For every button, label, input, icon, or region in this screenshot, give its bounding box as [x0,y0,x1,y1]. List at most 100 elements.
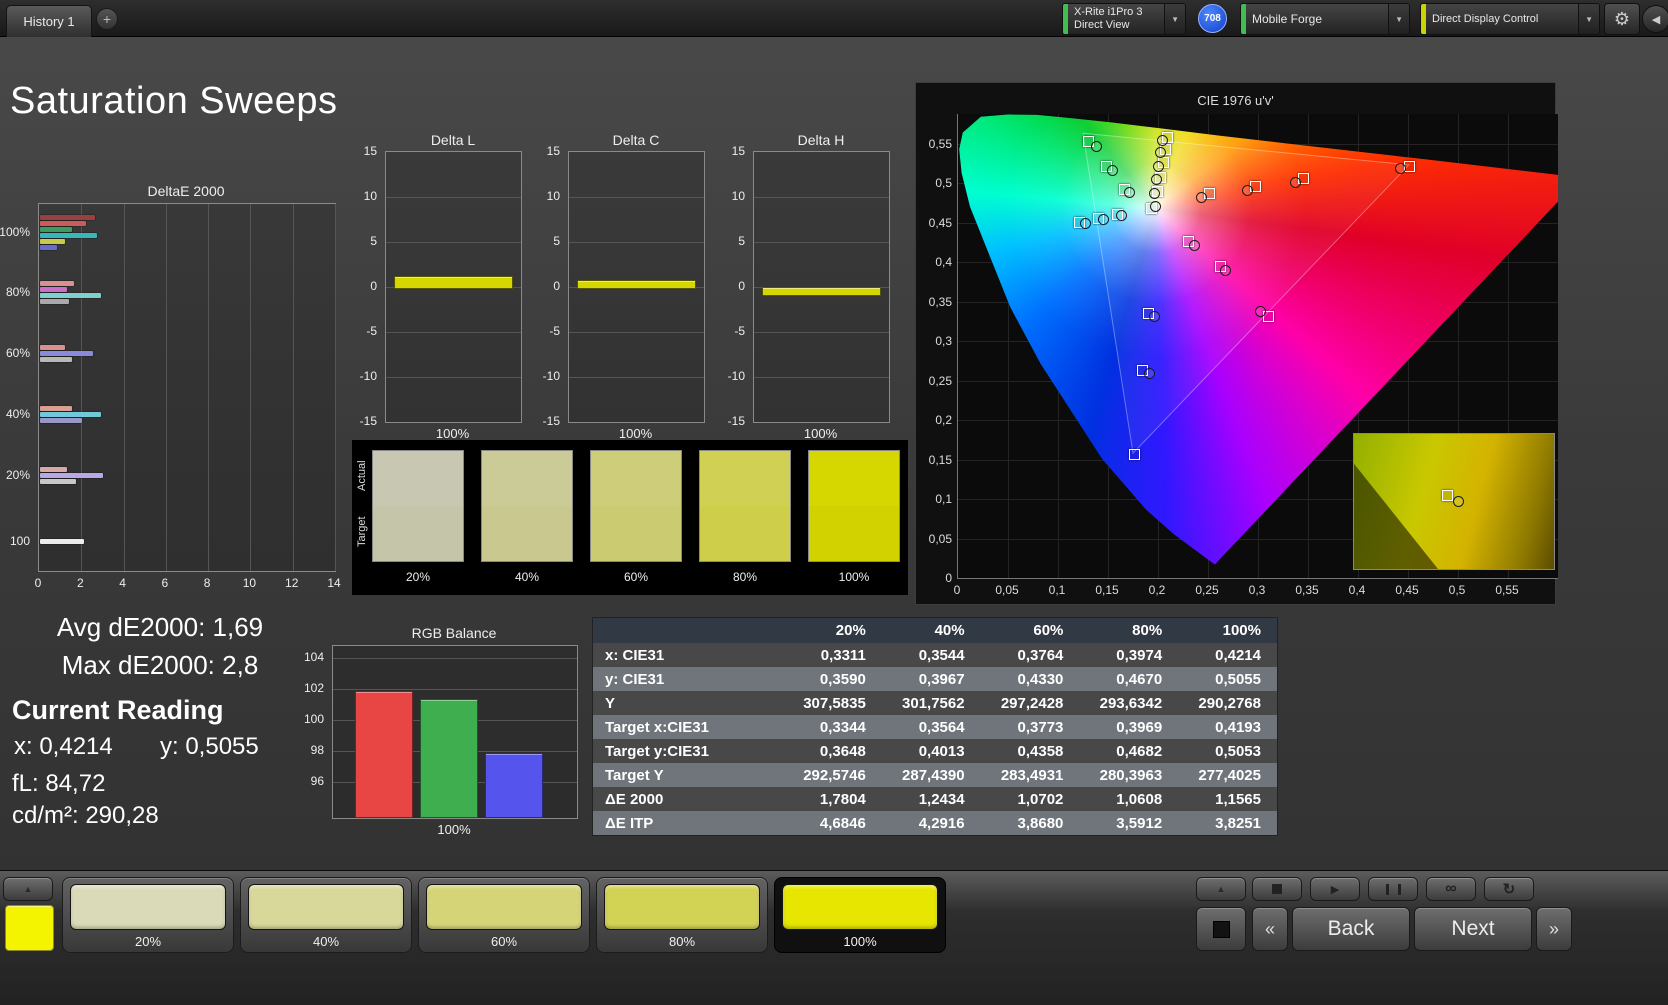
sw-label: 20% [372,570,464,584]
stop-measure-button[interactable] [1196,907,1246,951]
de-bar [40,412,101,417]
tcell: 0,4682 [1079,743,1178,760]
tcell: Target x:CIE31 [593,719,783,736]
de-group [40,539,334,545]
saturation-button-80%[interactable]: 80% [596,877,768,953]
rgb-balance-x-label: 100% [332,822,576,837]
saturation-button-40%[interactable]: 40% [240,877,412,953]
ax-y: 80% [6,285,30,299]
back-button[interactable]: Back [1292,907,1410,951]
grid-h [754,197,889,198]
saturation-button-60%[interactable]: 60% [418,877,590,953]
dylab: 151050-5-10-15 [353,132,381,438]
grid-h [754,287,889,288]
tab-history-1[interactable]: History 1 [6,5,92,37]
tcell: 4,6846 [783,815,882,832]
polygon [1083,133,1409,453]
cie-xt: 0,35 [1295,583,1318,597]
ax-x: 2 [77,576,84,590]
ax-y2: 100 [304,712,324,726]
cie-xt: 0,3 [1249,583,1266,597]
ax-x: 6 [162,576,169,590]
rgb-bar [420,699,478,818]
delta-chart-delta-c: Delta C151050-5-10-15100% [536,132,704,438]
sw-half [591,506,681,561]
ax-y2: 15 [547,144,560,158]
current-reading-heading: Current Reading [12,695,224,726]
rgb-balance-y-axis: 1041021009896 [296,625,328,840]
next-button[interactable]: Next [1414,907,1532,951]
de-bar [40,479,76,484]
settings-gear-button[interactable]: ⚙ [1604,3,1640,35]
ax-y2: 5 [370,234,377,248]
sw-label: 80% [699,570,791,584]
dplot [568,151,705,423]
delta-chart-delta-l: Delta L151050-5-10-15100% [353,132,521,438]
grid-h [386,287,521,288]
cie-xt: 0,45 [1395,583,1418,597]
tab-history-1-label: History 1 [23,14,74,29]
scroll-up-right-button[interactable]: ▲ [1196,877,1246,901]
add-tab-button[interactable]: + [96,8,118,30]
chevron-down-icon[interactable]: ▼ [1578,4,1599,34]
grid-h [569,377,704,378]
ax-y2: -10 [360,369,377,383]
skip-back-button[interactable]: « [1252,907,1288,951]
tcell: 40% [882,622,981,639]
sw-half [482,451,572,506]
saturation-button-100%[interactable]: 100% [774,877,946,953]
de-bar [40,221,86,226]
grid-v [208,204,209,571]
sw-half [482,506,572,561]
de-group [40,345,334,363]
ax-y2: -15 [543,414,560,428]
sw-label: 100% [808,570,900,584]
ax-y2: 102 [304,681,324,695]
cie-chart-title: CIE 1976 u'v' [916,93,1555,108]
actual-target-swatch-60% [590,450,682,562]
saturation-button-20%[interactable]: 20% [62,877,234,953]
dplot [385,151,522,423]
chevron-down-icon[interactable]: ▼ [1388,4,1409,34]
ax-y: 20% [6,468,30,482]
play-button[interactable]: ▶ [1310,877,1360,901]
collapse-panel-button[interactable]: ◀ [1642,5,1668,33]
sw-lbl: 60% [419,934,589,949]
refresh-button[interactable]: ↻ [1484,877,1534,901]
measured-marker [1395,163,1406,174]
ax-y2: 15 [732,144,745,158]
cie-yt: 0,2 [920,413,952,427]
display-control-selector[interactable]: Direct Display Control ▼ [1420,3,1600,35]
rgb-bar [355,691,413,818]
deltae2000-x-axis: 02468101214 [38,574,334,590]
stop-button[interactable] [1252,877,1302,901]
cie-yt: 0,55 [920,137,952,151]
ax-y2: -5 [734,324,745,338]
meter-status-stripe [1063,4,1068,34]
tcell: 0,4358 [981,743,1080,760]
tcell: 290,2768 [1178,695,1277,712]
grid-h [386,377,521,378]
cie-xt: 0,2 [1149,583,1166,597]
de-bar [40,345,65,350]
tcell: 0,3311 [783,647,882,664]
table-row: Target Y292,5746287,4390283,4931280,3963… [593,763,1277,787]
actual-target-swatch-strip: Actual Target 20%40%60%80%100% [352,440,908,595]
de-bar [40,357,72,362]
ax-y2: 98 [311,743,324,757]
rgb-bar [485,753,543,818]
continuous-read-button[interactable]: ∞ [1426,877,1476,901]
skip-forward-button[interactable]: » [1536,907,1572,951]
source-selector[interactable]: Mobile Forge ▼ [1240,3,1410,35]
tcell: 0,3544 [882,647,981,664]
meter-badge[interactable]: 708 [1198,4,1227,33]
pause-button[interactable] [1368,877,1418,901]
chevron-down-icon[interactable]: ▼ [1164,4,1185,34]
ax-y: 60% [6,346,30,360]
meter-selector[interactable]: X-Rite i1Pro 3 Direct View ▼ [1062,3,1186,35]
cie-yt: 0,15 [920,453,952,467]
ax-x: 0 [35,576,42,590]
grid-v [124,204,125,571]
cie-xt: 0,15 [1095,583,1118,597]
tcell: 297,2428 [981,695,1080,712]
